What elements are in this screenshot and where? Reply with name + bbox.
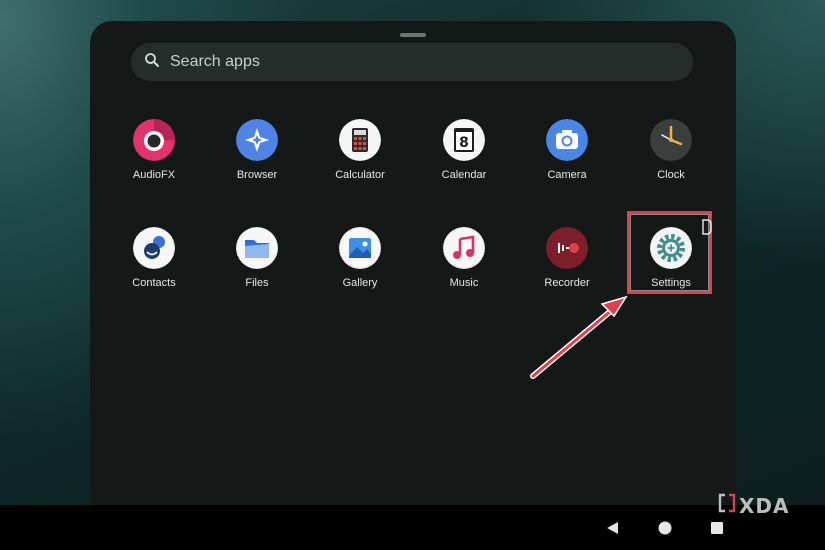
app-contacts[interactable]: Contacts: [109, 227, 199, 311]
app-label: Recorder: [544, 277, 590, 289]
watermark-text: XDA: [739, 493, 790, 518]
app-files[interactable]: Files: [212, 227, 302, 311]
calendar-icon: 8: [443, 119, 485, 161]
drawer-handle[interactable]: [400, 33, 426, 37]
back-icon[interactable]: [605, 521, 619, 540]
xda-logo-icon: [718, 493, 736, 518]
gallery-icon: [339, 227, 381, 269]
app-camera[interactable]: Camera: [522, 119, 612, 203]
settings-highlight-box: [627, 211, 712, 294]
app-clock[interactable]: Clock: [626, 119, 716, 203]
app-label: Calendar: [441, 169, 487, 181]
app-label: Contacts: [132, 277, 176, 289]
search-bar[interactable]: Search apps: [131, 43, 693, 81]
recents-icon[interactable]: [711, 521, 723, 539]
home-icon[interactable]: [658, 521, 672, 540]
clock-icon: [650, 119, 692, 161]
app-label: Calculator: [335, 169, 385, 181]
camera-icon: [546, 119, 588, 161]
app-gallery[interactable]: Gallery: [315, 227, 405, 311]
mouse-cursor-icon: [701, 219, 713, 240]
search-icon: [143, 51, 161, 74]
calculator-icon: [339, 119, 381, 161]
contacts-icon: [133, 227, 175, 269]
app-label: Browser: [236, 169, 278, 181]
calendar-day: 8: [459, 135, 469, 151]
app-label: Camera: [547, 169, 587, 181]
app-label: Files: [245, 277, 269, 289]
app-label: Music: [449, 277, 479, 289]
app-calculator[interactable]: Calculator: [315, 119, 405, 203]
app-audiofx[interactable]: AudioFX: [109, 119, 199, 203]
navigation-bar: [0, 505, 825, 550]
app-label: Gallery: [342, 277, 378, 289]
music-icon: [443, 227, 485, 269]
files-icon: [236, 227, 278, 269]
search-placeholder: Search apps: [170, 53, 260, 70]
app-label: Clock: [657, 169, 685, 181]
app-browser[interactable]: Browser: [212, 119, 302, 203]
browser-icon: [236, 119, 278, 161]
app-calendar[interactable]: 8 Calendar: [419, 119, 509, 203]
app-recorder[interactable]: Recorder: [522, 227, 612, 311]
audiofx-icon: [133, 119, 175, 161]
app-music[interactable]: Music: [419, 227, 509, 311]
recorder-icon: [546, 227, 588, 269]
xda-watermark: XDA: [718, 493, 790, 518]
app-label: AudioFX: [132, 169, 176, 181]
